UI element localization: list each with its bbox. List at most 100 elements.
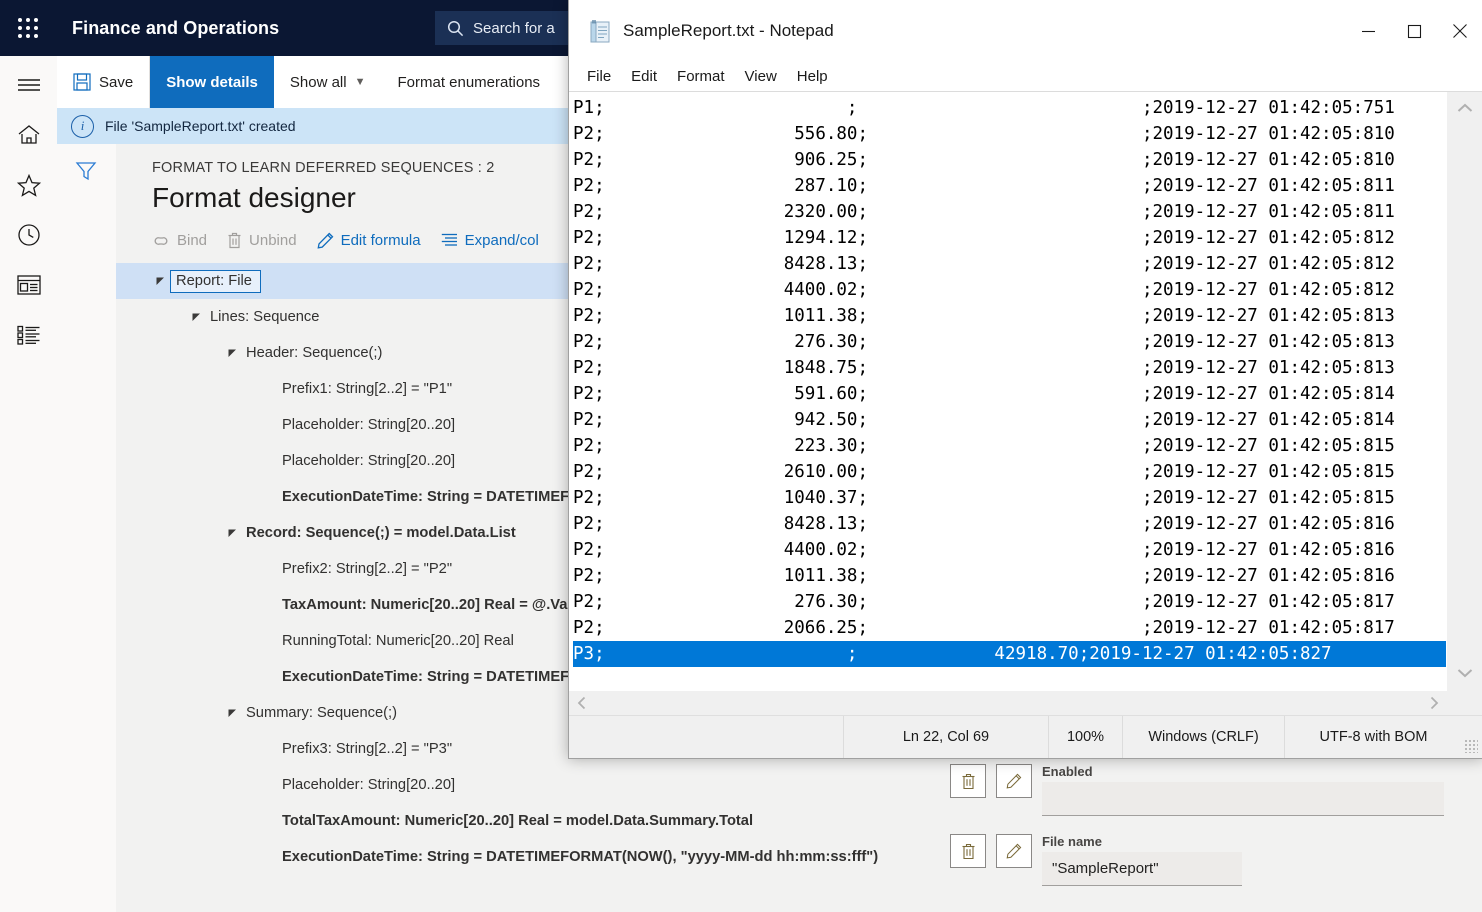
text-line[interactable]: P2; 8428.13; ;2019-12-27 01:42:05:816 bbox=[573, 511, 1447, 537]
tree-expand-toggle-icon[interactable] bbox=[224, 529, 240, 538]
text-line[interactable]: P2; 1040.37; ;2019-12-27 01:42:05:815 bbox=[573, 485, 1447, 511]
property-input[interactable] bbox=[1042, 782, 1444, 816]
notepad-editor[interactable]: P1; ; ;2019-12-27 01:42:05:751P2; 556.80… bbox=[569, 91, 1482, 715]
pencil-icon[interactable] bbox=[996, 834, 1032, 868]
filter-icon[interactable] bbox=[75, 160, 97, 182]
format-enumerations-button[interactable]: Format enumerations bbox=[381, 56, 556, 108]
scroll-up-button[interactable] bbox=[1457, 92, 1473, 126]
text-line[interactable]: P2; 2066.25; ;2019-12-27 01:42:05:817 bbox=[573, 615, 1447, 641]
expand-collapse-button[interactable]: Expand/col bbox=[441, 232, 539, 249]
scroll-down-button[interactable] bbox=[1457, 657, 1473, 691]
text-line[interactable]: P2; 223.30; ;2019-12-27 01:42:05:815 bbox=[573, 433, 1447, 459]
status-encoding: UTF-8 with BOM bbox=[1284, 716, 1462, 758]
menu-item-view[interactable]: View bbox=[737, 66, 785, 87]
text-line[interactable]: P2; 591.60; ;2019-12-27 01:42:05:814 bbox=[573, 381, 1447, 407]
property-field: Enabled bbox=[1042, 764, 1482, 816]
tree-node-label: Prefix2: String[2..2] = "P2" bbox=[282, 561, 452, 577]
unbind-button[interactable]: Unbind bbox=[227, 232, 297, 249]
edit-formula-button[interactable]: Edit formula bbox=[317, 232, 421, 249]
text-line[interactable]: P2; 1011.38; ;2019-12-27 01:42:05:813 bbox=[573, 303, 1447, 329]
app-title: Finance and Operations bbox=[72, 18, 279, 39]
show-details-button[interactable]: Show details bbox=[149, 56, 274, 108]
menu-item-format[interactable]: Format bbox=[669, 66, 733, 87]
text-line[interactable]: P2; 1294.12; ;2019-12-27 01:42:05:812 bbox=[573, 225, 1447, 251]
notepad-status-bar: Ln 22, Col 69 100% Windows (CRLF) UTF-8 … bbox=[569, 715, 1482, 758]
tree-node-label: Summary: Sequence(;) bbox=[246, 705, 397, 721]
bind-button[interactable]: Bind bbox=[152, 232, 207, 249]
text-line[interactable]: P2; 556.80; ;2019-12-27 01:42:05:810 bbox=[573, 121, 1447, 147]
home-icon[interactable] bbox=[0, 110, 57, 160]
tree-node-label: Header: Sequence(;) bbox=[246, 345, 382, 361]
text-line[interactable]: P2; 906.25; ;2019-12-27 01:42:05:810 bbox=[573, 147, 1447, 173]
text-line[interactable]: P1; ; ;2019-12-27 01:42:05:751 bbox=[573, 95, 1447, 121]
resize-grip-icon[interactable] bbox=[1464, 739, 1478, 753]
tree-node-label: Prefix3: String[2..2] = "P3" bbox=[282, 741, 452, 757]
chevron-left-icon[interactable] bbox=[577, 696, 587, 710]
text-line[interactable]: P2; 1848.75; ;2019-12-27 01:42:05:813 bbox=[573, 355, 1447, 381]
close-button[interactable] bbox=[1437, 0, 1482, 62]
unbind-label: Unbind bbox=[249, 232, 297, 249]
menu-icon[interactable] bbox=[0, 60, 57, 110]
trash-icon[interactable] bbox=[950, 764, 986, 798]
text-line-selected[interactable]: P3; ; 42918.70;2019-12-27 01:42:05:827 bbox=[573, 641, 1447, 667]
tree-node-label: Placeholder: String[20..20] bbox=[282, 417, 455, 433]
window-controls bbox=[1345, 0, 1482, 62]
tree-node-label: ExecutionDateTime: String = DATETIMEFOR bbox=[282, 669, 591, 685]
text-line[interactable]: P2; 2610.00; ;2019-12-27 01:42:05:815 bbox=[573, 459, 1447, 485]
scrollbar-corner bbox=[1447, 691, 1482, 715]
tree-node-label: Placeholder: String[20..20] bbox=[282, 777, 455, 793]
expand-collapse-label: Expand/col bbox=[465, 232, 539, 249]
notepad-window: SampleReport.txt - Notepad FileEditForma… bbox=[568, 0, 1482, 759]
menu-item-edit[interactable]: Edit bbox=[623, 66, 665, 87]
expand-collapse-icon bbox=[441, 233, 458, 248]
text-line[interactable]: P2; 276.30; ;2019-12-27 01:42:05:813 bbox=[573, 329, 1447, 355]
text-line[interactable]: P2; 942.50; ;2019-12-27 01:42:05:814 bbox=[573, 407, 1447, 433]
save-label: Save bbox=[99, 74, 133, 91]
horizontal-scrollbar[interactable] bbox=[569, 691, 1447, 715]
tree-node-label: Report: File bbox=[170, 270, 261, 293]
app-launcher-icon[interactable] bbox=[0, 0, 56, 56]
text-line[interactable]: P2; 1011.38; ;2019-12-27 01:42:05:816 bbox=[573, 563, 1447, 589]
show-details-label: Show details bbox=[166, 74, 258, 91]
notepad-text-content[interactable]: P1; ; ;2019-12-27 01:42:05:751P2; 556.80… bbox=[569, 92, 1447, 691]
list-icon[interactable] bbox=[0, 310, 57, 360]
maximize-button[interactable] bbox=[1391, 0, 1437, 62]
workspace-icon[interactable] bbox=[0, 260, 57, 310]
text-line[interactable]: P2; 4400.02; ;2019-12-27 01:42:05:816 bbox=[573, 537, 1447, 563]
chevron-down-icon bbox=[1457, 668, 1473, 678]
chevron-right-icon[interactable] bbox=[1429, 696, 1439, 710]
tree-expand-toggle-icon[interactable] bbox=[152, 277, 168, 286]
text-line[interactable]: P2; 4400.02; ;2019-12-27 01:42:05:812 bbox=[573, 277, 1447, 303]
clock-icon[interactable] bbox=[0, 210, 57, 260]
tree-expand-toggle-icon[interactable] bbox=[224, 349, 240, 358]
status-zoom: 100% bbox=[1048, 716, 1122, 758]
pencil-icon[interactable] bbox=[996, 764, 1032, 798]
tree-expand-toggle-icon[interactable] bbox=[188, 313, 204, 322]
menu-item-help[interactable]: Help bbox=[789, 66, 836, 87]
unbind-trash-icon bbox=[227, 232, 242, 249]
minimize-button[interactable] bbox=[1345, 0, 1391, 62]
save-icon bbox=[73, 73, 91, 91]
tree-node-label: Record: Sequence(;) = model.Data.List bbox=[246, 525, 516, 541]
text-line[interactable]: P2; 2320.00; ;2019-12-27 01:42:05:811 bbox=[573, 199, 1447, 225]
text-line[interactable]: P2; 276.30; ;2019-12-27 01:42:05:817 bbox=[573, 589, 1447, 615]
text-line[interactable]: P2; 287.10; ;2019-12-27 01:42:05:811 bbox=[573, 173, 1447, 199]
edit-formula-label: Edit formula bbox=[341, 232, 421, 249]
save-button[interactable]: Save bbox=[57, 56, 149, 108]
notepad-title-bar[interactable]: SampleReport.txt - Notepad bbox=[569, 0, 1482, 62]
search-icon bbox=[447, 20, 464, 37]
vertical-scrollbar[interactable] bbox=[1446, 92, 1482, 691]
tree-expand-toggle-icon[interactable] bbox=[224, 709, 240, 718]
properties-panel: Enabled File name "SampleReport" bbox=[950, 764, 1482, 904]
text-line[interactable]: P2; 8428.13; ;2019-12-27 01:42:05:812 bbox=[573, 251, 1447, 277]
info-icon: i bbox=[71, 115, 94, 138]
property-label: File name bbox=[1042, 834, 1482, 849]
property-row: File name "SampleReport" bbox=[950, 834, 1482, 886]
menu-item-file[interactable]: File bbox=[579, 66, 619, 87]
close-icon bbox=[1452, 23, 1468, 39]
show-all-dropdown[interactable]: Show all ▼ bbox=[274, 56, 382, 108]
star-icon[interactable] bbox=[0, 160, 57, 210]
property-input[interactable]: "SampleReport" bbox=[1042, 852, 1242, 886]
format-enumerations-label: Format enumerations bbox=[397, 74, 540, 91]
trash-icon[interactable] bbox=[950, 834, 986, 868]
